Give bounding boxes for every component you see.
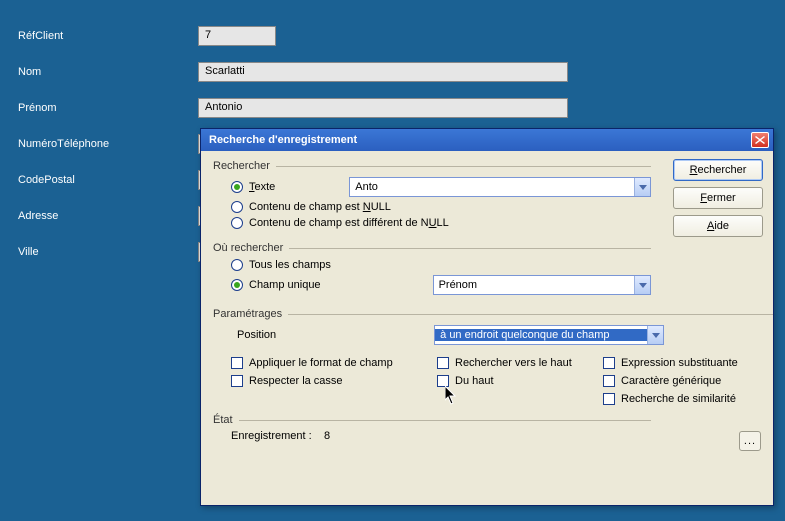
legend-etat: État bbox=[213, 414, 239, 426]
dropdown-icon[interactable] bbox=[634, 276, 650, 294]
checkbox-case[interactable] bbox=[231, 375, 243, 387]
group-etat: État Enregistrement : 8 bbox=[213, 413, 651, 442]
checkbox-up-label: Rechercher vers le haut bbox=[455, 357, 572, 369]
group-params: Paramétrages Position à un endroit quelc… bbox=[213, 307, 773, 405]
etat-label: Enregistrement : bbox=[231, 430, 312, 442]
position-label: Position bbox=[237, 329, 276, 341]
position-combo-value: à un endroit quelconque du champ bbox=[435, 329, 647, 341]
group-rechercher: Rechercher Texte Anto Contenu de champ e… bbox=[213, 159, 651, 233]
search-text-combo[interactable]: Anto bbox=[349, 177, 651, 197]
label-cp: CodePostal bbox=[18, 174, 198, 186]
radio-single-label: Champ unique bbox=[249, 279, 321, 291]
input-prenom[interactable]: Antonio bbox=[198, 98, 568, 118]
field-combo-value: Prénom bbox=[434, 279, 634, 291]
search-dialog: Recherche d'enregistrement Rechercher Fe… bbox=[200, 128, 774, 506]
field-combo[interactable]: Prénom bbox=[433, 275, 651, 295]
checkbox-top[interactable] bbox=[437, 375, 449, 387]
search-text-value: Anto bbox=[350, 181, 634, 193]
close-button[interactable]: Fermer bbox=[673, 187, 763, 209]
checkbox-case-label: Respecter la casse bbox=[249, 375, 343, 387]
checkbox-format[interactable] bbox=[231, 357, 243, 369]
radio-all-label: Tous les champs bbox=[249, 259, 331, 271]
label-adresse: Adresse bbox=[18, 210, 198, 222]
checkbox-similar-label: Recherche de similarité bbox=[621, 393, 736, 405]
label-ville: Ville bbox=[18, 246, 198, 258]
radio-null-label: Contenu de champ est NULL bbox=[249, 201, 391, 213]
input-refclient[interactable]: 7 bbox=[198, 26, 276, 46]
checkbox-top-label: Du haut bbox=[455, 375, 494, 387]
radio-single-field[interactable] bbox=[231, 279, 243, 291]
checkbox-substi[interactable] bbox=[603, 357, 615, 369]
etat-value: 8 bbox=[324, 430, 330, 442]
group-ou: Où rechercher Tous les champs Champ uniq… bbox=[213, 241, 651, 299]
search-button[interactable]: Rechercher bbox=[673, 159, 763, 181]
label-refclient: RéfClient bbox=[18, 30, 198, 42]
label-prenom: Prénom bbox=[18, 102, 198, 114]
checkbox-substi-label: Expression substituante bbox=[621, 357, 738, 369]
dialog-titlebar[interactable]: Recherche d'enregistrement bbox=[201, 129, 773, 151]
checkbox-wildcard[interactable] bbox=[603, 375, 615, 387]
legend-ou: Où rechercher bbox=[213, 242, 289, 254]
position-combo[interactable]: à un endroit quelconque du champ bbox=[434, 325, 664, 345]
checkbox-wildcard-label: Caractère générique bbox=[621, 375, 721, 387]
radio-notnull[interactable] bbox=[231, 217, 243, 229]
radio-texte-label: Texte bbox=[249, 181, 275, 193]
dropdown-icon[interactable] bbox=[634, 178, 650, 196]
radio-all-fields[interactable] bbox=[231, 259, 243, 271]
close-icon[interactable] bbox=[751, 132, 769, 148]
checkbox-similar[interactable] bbox=[603, 393, 615, 405]
more-button[interactable]: ... bbox=[739, 431, 761, 451]
radio-texte[interactable] bbox=[231, 181, 243, 193]
dialog-title: Recherche d'enregistrement bbox=[209, 134, 751, 146]
radio-notnull-label: Contenu de champ est différent de NULL bbox=[249, 217, 449, 229]
radio-null[interactable] bbox=[231, 201, 243, 213]
checkbox-format-label: Appliquer le format de champ bbox=[249, 357, 393, 369]
help-button[interactable]: Aide bbox=[673, 215, 763, 237]
label-tel: NuméroTéléphone bbox=[18, 138, 198, 150]
checkbox-up[interactable] bbox=[437, 357, 449, 369]
dropdown-icon[interactable] bbox=[647, 326, 663, 344]
legend-rechercher: Rechercher bbox=[213, 160, 276, 172]
input-nom[interactable]: Scarlatti bbox=[198, 62, 568, 82]
legend-params: Paramétrages bbox=[213, 308, 288, 320]
label-nom: Nom bbox=[18, 66, 198, 78]
